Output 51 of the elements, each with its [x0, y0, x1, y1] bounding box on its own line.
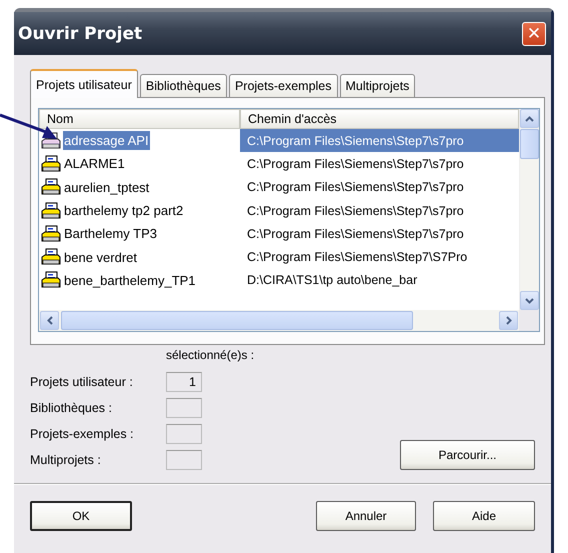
chevron-icon	[525, 298, 534, 304]
count-label: Projets-exemples :	[30, 427, 135, 441]
project-icon	[41, 224, 61, 243]
tab[interactable]: Multiprojets	[340, 74, 416, 97]
count-field: 1	[166, 372, 202, 392]
project-icon	[41, 154, 61, 173]
project-path[interactable]: C:\Program Files\Siemens\Step7\s7pro	[240, 222, 519, 246]
project-icon	[41, 178, 61, 196]
tab[interactable]: Bibliothèques	[140, 74, 227, 97]
count-field	[166, 398, 202, 418]
column-header[interactable]: Nom	[39, 109, 240, 129]
scroll-thumb[interactable]	[520, 129, 539, 159]
tab[interactable]: Projets utilisateur	[30, 69, 138, 98]
dialog-button[interactable]: Aide	[433, 501, 535, 531]
project-path[interactable]: D:\CIRA\TS1\tp auto\bene_bar	[240, 268, 519, 292]
project-name[interactable]: ALARME1	[63, 154, 126, 174]
chevron-icon	[46, 316, 52, 325]
count-label: Bibliothèques :	[30, 401, 114, 415]
project-name[interactable]: aurelien_tptest	[63, 178, 150, 197]
dialog-button[interactable]: Annuler	[316, 501, 416, 531]
scroll-down-button[interactable]	[520, 291, 539, 310]
browse-button[interactable]: Parcourir...	[400, 440, 535, 470]
scroll-thumb[interactable]	[61, 311, 413, 330]
project-name[interactable]: barthelemy tp2 part2	[63, 201, 184, 220]
count-field	[166, 450, 202, 470]
section-label: sélectionné(e)s :	[166, 347, 254, 363]
project-path[interactable]: C:\Program Files\Siemens\Step7\s7pro	[240, 152, 519, 176]
project-path[interactable]: C:\Program Files\Siemens\Step7\S7Pro	[240, 245, 519, 269]
scroll-left-button[interactable]	[40, 311, 59, 330]
count-label: Multiprojets :	[30, 453, 102, 467]
scroll-up-button[interactable]	[520, 109, 539, 128]
project-name[interactable]: adressage API	[63, 131, 150, 150]
project-name[interactable]: bene verdret	[63, 248, 138, 267]
project-path[interactable]: C:\Program Files\Siemens\Step7\s7pro	[240, 129, 519, 152]
chevron-icon	[506, 316, 512, 325]
chevron-icon	[525, 116, 534, 122]
count-field	[166, 424, 202, 444]
project-name[interactable]: Barthelemy TP3	[63, 224, 158, 244]
tab[interactable]: Projets-exemples	[228, 74, 338, 97]
window-title: Ouvrir Projet	[18, 24, 142, 44]
project-icon	[41, 271, 61, 290]
scroll-right-button[interactable]	[499, 311, 518, 330]
project-path[interactable]: C:\Program Files\Siemens\Step7\s7pro	[240, 176, 519, 199]
close-button[interactable]: ✕	[522, 22, 546, 46]
column-header[interactable]: Chemin d'accès	[240, 109, 519, 129]
project-icon	[41, 248, 61, 266]
project-icon	[41, 202, 61, 220]
dialog-button[interactable]: OK	[30, 501, 132, 531]
project-path[interactable]: C:\Program Files\Siemens\Step7\s7pro	[240, 198, 519, 222]
project-name[interactable]: bene_barthelemy_TP1	[63, 270, 197, 290]
count-label: Projets utilisateur :	[30, 375, 134, 389]
